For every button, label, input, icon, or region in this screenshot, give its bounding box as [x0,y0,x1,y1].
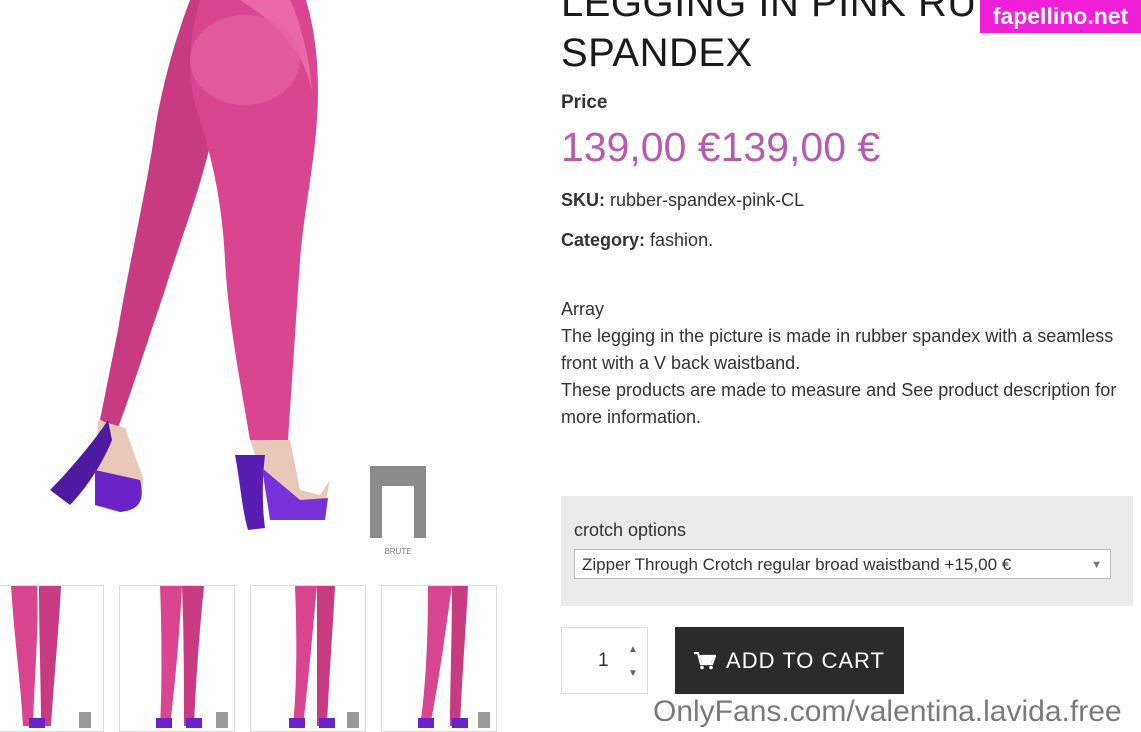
quantity-value[interactable]: 1 [598,650,609,672]
watermark-bottom: OnlyFans.com/valentina.lavida.free [653,695,1122,728]
main-product-image[interactable]: BRUTE [0,0,540,572]
thumbnail-3[interactable] [250,585,366,732]
crotch-options-label: crotch options [574,520,687,540]
crotch-options-selected: Zipper Through Crotch regular broad wais… [582,555,1012,574]
category-label: Category: [561,230,646,250]
sku-label: SKU: [561,190,605,210]
thumbnail-gallery [0,585,497,732]
product-title-line1: LEGGING IN PINK RUB [561,0,1004,25]
sku-row: SKU: rubber-spandex-pink-CL [561,190,804,211]
category-link[interactable]: fashion. [650,230,713,250]
thumbnail-1[interactable] [0,585,104,732]
description-line: These products are made to measure and S… [561,380,1117,427]
cart-icon [694,651,717,669]
product-title-line2: SPANDEX [561,31,753,75]
price-label: Price [561,92,608,113]
brand-logo: BRUTE [370,466,426,556]
product-title: LEGGING IN PINK RUB SPANDEX [561,0,1004,78]
product-options: crotch options Zipper Through Crotch reg… [561,496,1133,606]
sku-value: rubber-spandex-pink-CL [610,190,805,210]
chevron-down-icon[interactable]: ▼ [628,668,638,679]
watermark-top: fapellino.net [980,0,1141,33]
leggings-photo: BRUTE [50,0,426,556]
add-to-cart-label: ADD TO CART [726,647,885,673]
category-row: Category: fashion. [561,230,713,251]
svg-text:BRUTE: BRUTE [384,547,411,556]
product-description: Array The legging in the picture is made… [561,296,1136,431]
thumbnail-2[interactable] [119,585,235,732]
description-line: The legging in the picture is made in ru… [561,326,1114,373]
triangle-down-icon: ▼ [1091,559,1102,571]
chevron-up-icon[interactable]: ▲ [628,644,638,655]
description-line: Array [561,299,605,319]
crotch-options-select[interactable]: Zipper Through Crotch regular broad wais… [574,549,1111,579]
quantity-stepper[interactable]: 1 ▲ ▼ [561,627,648,694]
add-to-cart-button[interactable]: ADD TO CART [675,627,904,694]
product-price: 139,00 €139,00 € [561,124,881,170]
thumbnail-4[interactable] [381,585,497,732]
